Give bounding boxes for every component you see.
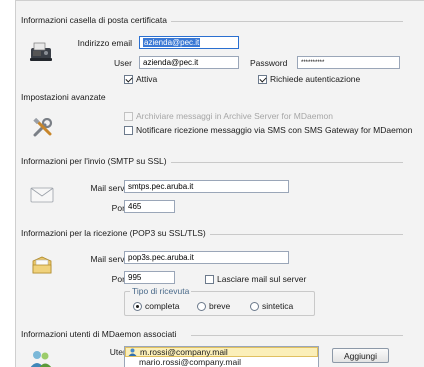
- users-list-item[interactable]: mario.rossi@company.mail: [125, 357, 318, 367]
- section-smtp-title: Informazioni per l'invio (SMTP su SSL): [21, 156, 171, 166]
- users-label: Utenti: [109, 347, 132, 357]
- users-list-item[interactable]: m.rossi@company.mail: [125, 347, 318, 357]
- leave-on-server-checkbox[interactable]: Lasciare mail sul server: [205, 274, 306, 284]
- open-mailbox-icon: [31, 255, 53, 277]
- active-checkbox-label: Attiva: [136, 74, 158, 84]
- section-advanced-title: Impostazioni avanzate: [21, 92, 110, 102]
- users-list-item-label: mario.rossi@company.mail: [139, 357, 241, 367]
- receipt-type-title: Tipo di ricevuta: [130, 286, 192, 296]
- archive-checkbox[interactable]: Archiviare messaggi in Archive Server fo…: [124, 111, 333, 121]
- auth-checkbox-label: Richiede autenticazione: [270, 74, 361, 84]
- sms-checkbox[interactable]: Notificare ricezione messaggio via SMS c…: [124, 125, 412, 135]
- envelope-icon: [30, 187, 54, 205]
- section-users: Informazioni utenti di MDaemon associati: [16, 329, 424, 341]
- pop3-server-label: Mail server: [90, 254, 132, 264]
- active-checkbox[interactable]: Attiva: [124, 74, 157, 84]
- receipt-radio-completa-label: completa: [145, 301, 180, 311]
- section-pop3: Informazioni per la ricezione (POP3 su S…: [16, 228, 424, 240]
- receipt-radio-sintetica-label: sintetica: [262, 301, 294, 311]
- receipt-type-group: Tipo di ricevuta completa breve sintetic…: [124, 286, 315, 316]
- sms-checkbox-label: Notificare ricezione messaggio via SMS c…: [136, 125, 413, 135]
- pop3-port-field[interactable]: 995: [124, 271, 175, 284]
- users-icon: [29, 349, 53, 367]
- section-pec-title: Informazioni casella di posta certificat…: [21, 15, 171, 25]
- receipt-radio-sintetica[interactable]: sintetica: [250, 301, 293, 311]
- email-field[interactable]: azienda@pec.it: [139, 36, 239, 49]
- password-field[interactable]: **********: [297, 56, 400, 69]
- archive-checkbox-box[interactable]: [124, 111, 133, 121]
- section-users-title: Informazioni utenti di MDaemon associati: [21, 329, 181, 339]
- smtp-server-field[interactable]: smtps.pec.aruba.it: [124, 180, 289, 193]
- receipt-radio-completa[interactable]: completa: [133, 301, 180, 311]
- active-checkbox-box[interactable]: [124, 74, 133, 84]
- smtp-server-label: Mail server: [90, 183, 132, 193]
- pec-settings-panel: Informazioni casella di posta certificat…: [15, 0, 424, 367]
- user-label: User: [114, 58, 132, 68]
- receipt-radio-breve-dot[interactable]: [197, 301, 206, 311]
- section-advanced: Impostazioni avanzate: [16, 92, 424, 104]
- users-list[interactable]: m.rossi@company.mail mario.rossi@company…: [124, 346, 319, 367]
- password-label: Password: [250, 58, 288, 68]
- users-list-item-label: m.rossi@company.mail: [140, 347, 228, 357]
- smtp-port-label: Porta: [111, 203, 132, 213]
- section-pop3-title: Informazioni per la ricezione (POP3 su S…: [21, 228, 210, 238]
- pop3-server-field[interactable]: pop3s.pec.aruba.it: [124, 251, 289, 264]
- auth-checkbox-box[interactable]: [258, 74, 267, 84]
- section-smtp: Informazioni per l'invio (SMTP su SSL): [16, 156, 424, 168]
- leave-on-server-checkbox-box[interactable]: [205, 274, 214, 284]
- tools-icon: [32, 117, 54, 140]
- receipt-radio-sintetica-dot[interactable]: [250, 301, 259, 311]
- receipt-radio-breve-label: breve: [209, 301, 231, 311]
- fax-machine-icon: [28, 41, 54, 65]
- sms-checkbox-box[interactable]: [124, 125, 133, 135]
- add-user-button[interactable]: Aggiungi: [332, 348, 389, 363]
- email-label: Indirizzo email: [77, 38, 132, 48]
- pop3-port-label: Porta: [111, 274, 132, 284]
- user-field[interactable]: azienda@pec.it: [139, 56, 239, 69]
- receipt-radio-completa-dot[interactable]: [133, 301, 142, 311]
- auth-checkbox[interactable]: Richiede autenticazione: [258, 74, 360, 84]
- archive-checkbox-label: Archiviare messaggi in Archive Server fo…: [136, 111, 333, 121]
- user-icon: [128, 348, 137, 356]
- receipt-radio-breve[interactable]: breve: [197, 301, 230, 311]
- section-pec: Informazioni casella di posta certificat…: [16, 15, 424, 27]
- leave-on-server-label: Lasciare mail sul server: [217, 274, 307, 284]
- smtp-port-field[interactable]: 465: [124, 200, 175, 213]
